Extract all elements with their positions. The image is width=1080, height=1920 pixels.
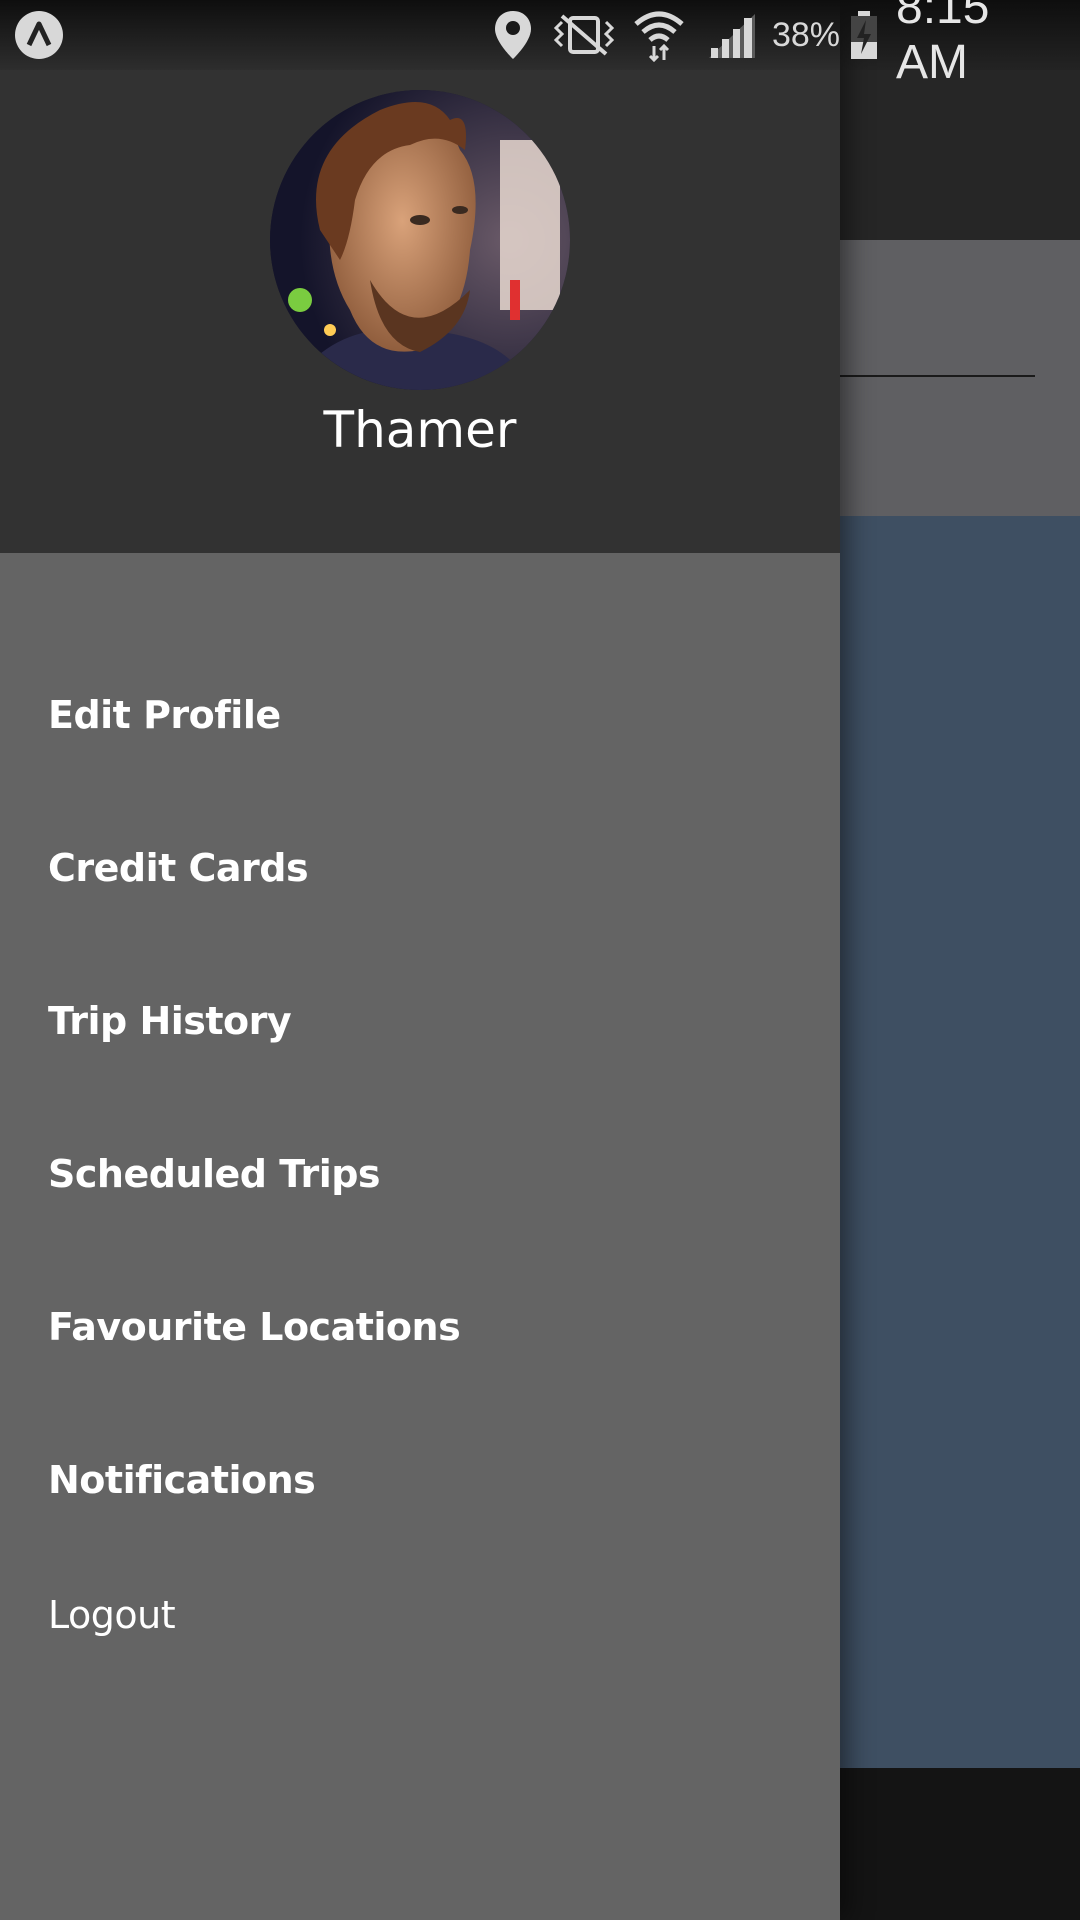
- signal-icon: [704, 0, 760, 70]
- app-notification-icon: [12, 0, 66, 70]
- avatar-photo: [270, 90, 570, 390]
- status-bar: 38% 8:15 AM: [0, 0, 1080, 89]
- status-clock: 8:15 AM: [896, 0, 990, 89]
- battery-percentage: 38%: [771, 15, 841, 54]
- menu-item-scheduled-trips[interactable]: Scheduled Trips: [0, 1114, 840, 1234]
- drawer-header: Thamer: [0, 0, 840, 553]
- screen: 38% 8:15 AM Thamer Edit Profile Credit C…: [0, 0, 1080, 1920]
- menu-item-credit-cards[interactable]: Credit Cards: [0, 808, 840, 928]
- menu-item-label: Favourite Locations: [48, 1305, 461, 1349]
- menu-item-label: Logout: [48, 1593, 176, 1637]
- menu-item-notifications[interactable]: Notifications: [0, 1420, 840, 1540]
- vibrate-off-icon: [546, 0, 622, 70]
- navigation-drawer: Thamer Edit Profile Credit Cards Trip Hi…: [0, 0, 840, 1920]
- menu-item-label: Scheduled Trips: [48, 1152, 381, 1196]
- menu-item-trip-history[interactable]: Trip History: [0, 961, 840, 1081]
- user-name: Thamer: [323, 401, 517, 459]
- menu-item-label: Credit Cards: [48, 846, 309, 890]
- menu-item-label: Trip History: [48, 999, 292, 1043]
- menu-item-favourite-locations[interactable]: Favourite Locations: [0, 1267, 840, 1387]
- location-icon: [490, 0, 536, 70]
- menu-item-label: Edit Profile: [48, 693, 281, 737]
- battery-charging-icon: [846, 0, 882, 70]
- menu-item-logout[interactable]: Logout: [0, 1555, 840, 1675]
- menu-item-edit-profile[interactable]: Edit Profile: [0, 655, 840, 775]
- background-input-underline: [840, 375, 1035, 377]
- menu-item-label: Notifications: [48, 1458, 316, 1502]
- avatar[interactable]: [270, 90, 570, 390]
- wifi-icon: [630, 0, 688, 70]
